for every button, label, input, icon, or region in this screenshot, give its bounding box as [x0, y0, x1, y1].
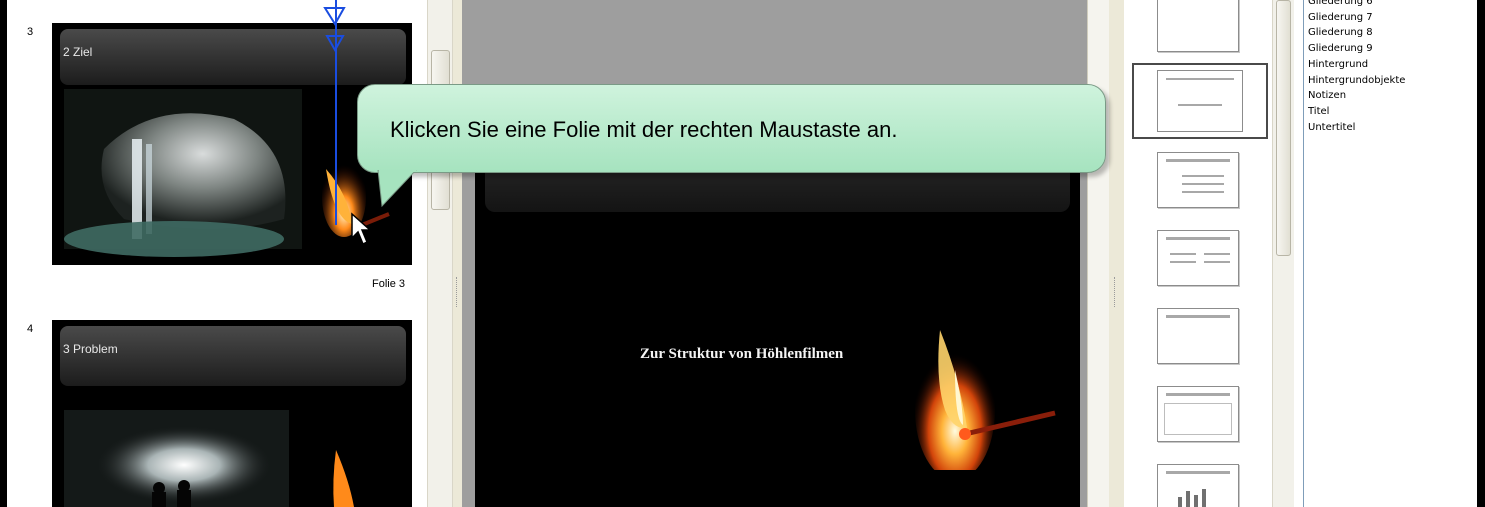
style-list-item[interactable]: Gliederung 6 [1304, 0, 1405, 10]
style-list-item[interactable]: Hintergrund [1304, 57, 1405, 73]
splitter-grip-icon [456, 277, 458, 307]
application-window: 3 2 Ziel Folie 3 4 3 Problem Zur Struktu… [0, 0, 1485, 507]
slide-panel: 3 2 Ziel Folie 3 4 3 Problem [7, 0, 427, 507]
style-list-item[interactable]: Gliederung 8 [1304, 25, 1405, 41]
tutorial-callout: Klicken Sie eine Folie mit der rechten M… [357, 84, 1106, 173]
style-list-item[interactable]: Titel [1304, 104, 1405, 120]
layout-title-text[interactable] [1157, 386, 1239, 442]
layout-title-only[interactable] [1157, 308, 1239, 364]
callout-text: Klicken Sie eine Folie mit der rechten M… [390, 117, 898, 142]
window-border-right [1477, 0, 1485, 507]
slide-thumbnail-4[interactable]: 3 Problem [52, 320, 412, 507]
edit-area-scrollbar[interactable] [1087, 0, 1109, 507]
mouse-cursor-icon [351, 212, 372, 246]
slide-edit-area: Zur Struktur von Höhlenfilmen [462, 0, 1087, 507]
window-border-left [0, 0, 7, 507]
thumbnail-title: 3 Problem [60, 326, 406, 386]
match-flame-image [915, 330, 1056, 470]
slide-caption: Folie 3 [372, 278, 406, 290]
layout-blank[interactable] [1157, 0, 1239, 52]
style-list-item[interactable]: Untertitel [1304, 120, 1405, 136]
slide-subtitle[interactable]: Zur Struktur von Höhlenfilmen [640, 346, 843, 363]
layout-title-subtitle[interactable] [1132, 63, 1268, 139]
cave-image [64, 410, 354, 507]
thumbnail-title: 2 Ziel [60, 29, 406, 85]
slide-number: 4 [27, 323, 34, 335]
style-list-item[interactable]: Gliederung 7 [1304, 10, 1405, 26]
style-list-item[interactable]: Hintergrundobjekte [1304, 73, 1405, 89]
pointer-arrow-icon [323, 7, 346, 53]
style-list-item[interactable]: Notizen [1304, 88, 1405, 104]
layout-title-content[interactable] [1157, 152, 1239, 208]
callout-tail [377, 170, 417, 208]
panel-splitter[interactable] [1109, 0, 1124, 507]
slide-number: 3 [27, 26, 34, 38]
layout-panel [1124, 0, 1272, 507]
layout-title-two-content[interactable] [1157, 230, 1239, 286]
layout-title-chart[interactable] [1157, 464, 1239, 507]
slide-panel-scrollbar[interactable] [427, 0, 453, 507]
splitter-grip-icon [1114, 277, 1116, 307]
layout-panel-scrollbar[interactable] [1272, 0, 1294, 507]
style-list-item[interactable]: Gliederung 9 [1304, 41, 1405, 57]
scrollbar-thumb[interactable] [1276, 0, 1291, 256]
styles-list: Gliederung 6 Gliederung 7 Gliederung 8 G… [1303, 0, 1477, 507]
panel-splitter[interactable] [453, 0, 462, 507]
